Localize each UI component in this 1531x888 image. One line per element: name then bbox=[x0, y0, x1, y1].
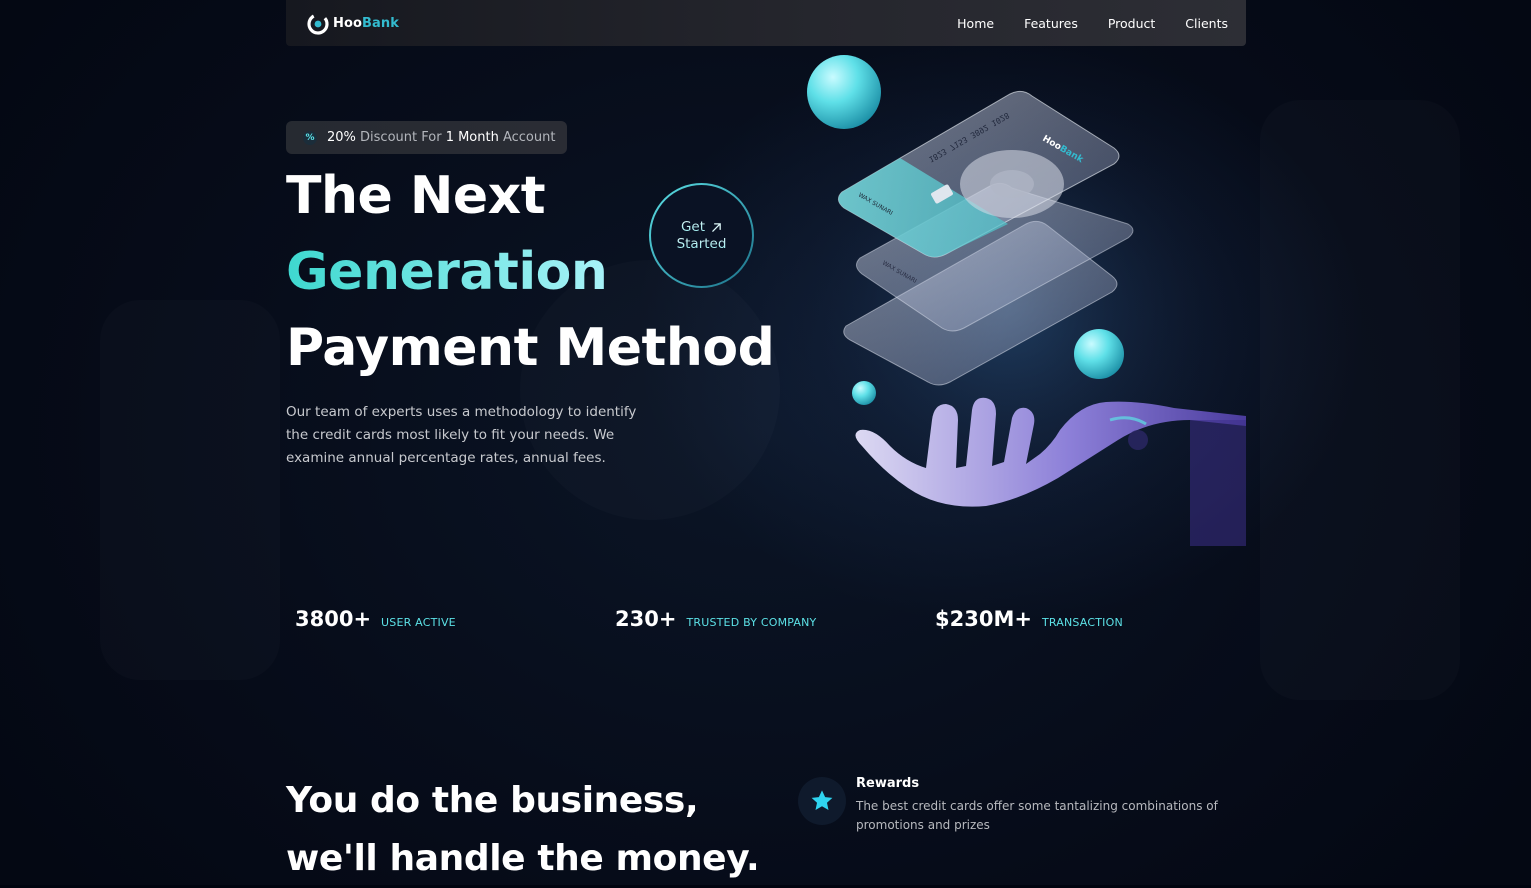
hero-description: Our team of experts uses a methodology t… bbox=[286, 404, 637, 466]
discount-mid: Discount For bbox=[355, 130, 446, 145]
nav-link-product[interactable]: Product bbox=[1108, 16, 1155, 31]
get-started-row: Get bbox=[681, 219, 722, 236]
wrist-joint bbox=[1128, 430, 1148, 450]
nav-link-home[interactable]: Home bbox=[957, 16, 994, 31]
hero-title-line-1: The Next bbox=[286, 166, 546, 226]
discount-amount: 20% bbox=[327, 130, 356, 145]
nav-links: Home Features Product Clients bbox=[957, 0, 1228, 46]
feature-title: Rewards bbox=[856, 776, 920, 791]
sphere-right bbox=[1074, 329, 1124, 379]
get-started-label-2: Started bbox=[676, 235, 727, 252]
hero-title-line-3: Payment Method bbox=[286, 318, 775, 378]
logo-icon bbox=[307, 13, 329, 35]
feature-description: The best credit cards offer some tantali… bbox=[856, 799, 1218, 832]
stat-value: 230+ bbox=[615, 607, 677, 631]
discount-duration: 1 Month bbox=[445, 130, 499, 145]
navbar: HooBank Home Features Product Clients bbox=[286, 0, 1246, 46]
background-shape bbox=[100, 300, 280, 680]
logo[interactable]: HooBank bbox=[306, 10, 399, 36]
stat-label: TRANSACTION bbox=[1041, 616, 1123, 629]
discount-badge: % 20% Discount For 1 Month Account bbox=[286, 121, 567, 154]
sphere-small bbox=[852, 381, 876, 405]
percent-icon: % bbox=[303, 130, 317, 145]
arrow-up-right-icon bbox=[712, 222, 721, 232]
get-started-button[interactable]: Get Started bbox=[649, 183, 754, 288]
star-icon bbox=[811, 790, 833, 810]
business-heading-line-1: You do the business, bbox=[286, 780, 699, 821]
stat-value: 3800+ bbox=[295, 607, 372, 631]
get-started-inner: Get Started bbox=[651, 185, 752, 286]
stat-users: 3800+ USER ACTIVE bbox=[295, 607, 456, 631]
hero-title-line-2: Generation bbox=[286, 242, 608, 302]
discount-end: Account bbox=[498, 130, 556, 145]
stat-label: USER ACTIVE bbox=[381, 616, 456, 629]
business-heading-line-2: we'll handle the money. bbox=[286, 838, 760, 879]
forearm bbox=[1190, 420, 1246, 546]
stat-value: $230M+ bbox=[935, 607, 1032, 631]
nav-link-features[interactable]: Features bbox=[1024, 16, 1078, 31]
logo-accent: Bank bbox=[362, 15, 400, 31]
stat-transactions: $230M+ TRANSACTION bbox=[935, 607, 1123, 631]
discount-text: 20% Discount For 1 Month Account bbox=[327, 130, 555, 145]
stat-label: TRUSTED BY COMPANY bbox=[686, 616, 817, 629]
page-background bbox=[0, 0, 1531, 885]
logo-name: Hoo bbox=[333, 15, 363, 31]
background-shape bbox=[1260, 100, 1460, 700]
hero-illustration: WAX SUNARI 1823 7153 3892 1028 HooBank W… bbox=[790, 55, 1246, 546]
sphere-top bbox=[807, 55, 881, 129]
card-emblem-core bbox=[990, 170, 1034, 198]
stat-companies: 230+ TRUSTED BY COMPANY bbox=[615, 607, 816, 631]
logo-text: HooBank bbox=[333, 16, 399, 31]
rewards-icon-wrapper bbox=[798, 777, 846, 825]
nav-link-clients[interactable]: Clients bbox=[1185, 16, 1228, 31]
business-heading: You do the business, we'll handle the mo… bbox=[286, 772, 760, 888]
get-started-label-1: Get bbox=[680, 218, 706, 235]
